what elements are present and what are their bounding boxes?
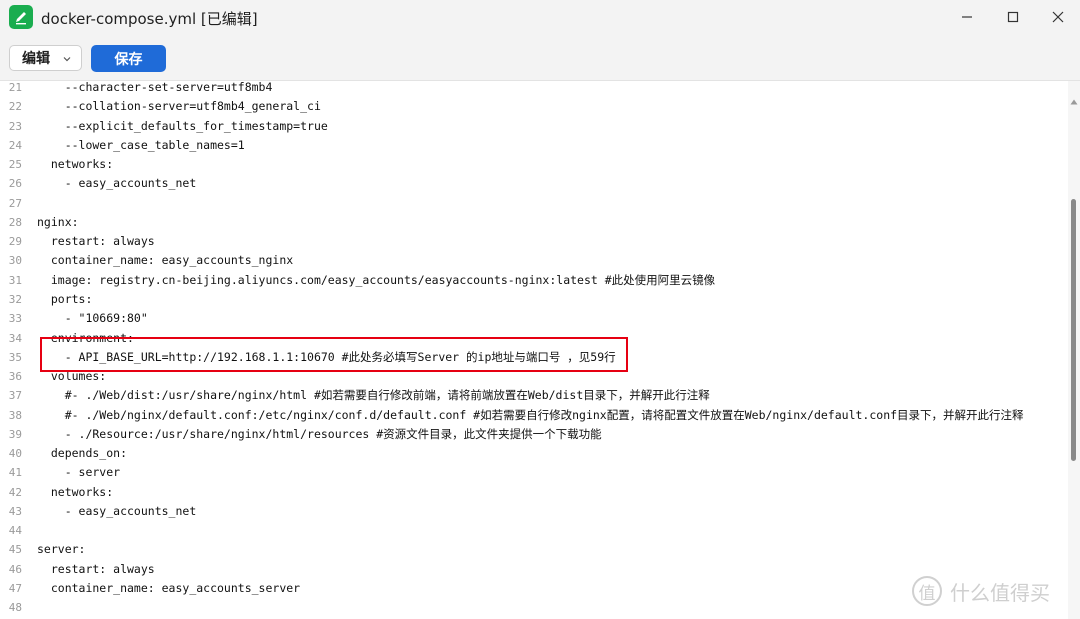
code-text[interactable]: depends_on: [37, 444, 127, 463]
save-button[interactable]: 保存 [91, 45, 166, 72]
vertical-scrollbar[interactable] [1068, 81, 1080, 619]
line-number: 21 [8, 81, 22, 94]
code-text[interactable]: restart: always [37, 232, 155, 251]
code-text[interactable]: - easy_accounts_net [37, 174, 197, 193]
code-line[interactable]: 40 depends_on: [0, 444, 1068, 463]
code-line[interactable]: 38 #- ./Web/nginx/default.conf:/etc/ngin… [0, 406, 1068, 425]
code-text[interactable]: ports: [37, 290, 93, 309]
line-number: 23 [8, 119, 22, 133]
code-line[interactable]: 33 - "10669:80" [0, 309, 1068, 328]
code-text[interactable]: container_name: easy_accounts_server [37, 579, 300, 598]
toolbar: 编辑 保存 [0, 36, 1080, 81]
minimize-button[interactable] [947, 3, 987, 31]
maximize-icon [1007, 11, 1019, 23]
close-icon [1052, 11, 1064, 23]
code-text[interactable]: --character-set-server=utf8mb4 [37, 81, 273, 97]
line-number: 34 [8, 331, 22, 345]
line-number: 39 [8, 427, 22, 441]
code-line[interactable]: 47 container_name: easy_accounts_server [0, 579, 1068, 598]
line-number: 35 [8, 350, 22, 364]
code-text[interactable]: - "10669:80" [37, 309, 148, 328]
code-line[interactable]: 48 [0, 598, 1068, 617]
code-line[interactable]: 43 - easy_accounts_net [0, 502, 1068, 521]
window-title: docker-compose.yml [已编辑] [41, 10, 258, 28]
scrollbar-thumb[interactable] [1071, 199, 1076, 461]
code-text[interactable]: server: [37, 540, 85, 559]
code-text[interactable]: --lower_case_table_names=1 [37, 136, 245, 155]
text-editor-app-icon [9, 5, 33, 29]
close-button[interactable] [1038, 3, 1078, 31]
code-line[interactable]: 46 restart: always [0, 560, 1068, 579]
watermark: 值 什么值得买 [912, 576, 1050, 606]
line-number: 45 [8, 543, 22, 557]
code-text[interactable]: restart: always [37, 560, 155, 579]
line-number: 32 [8, 292, 22, 306]
code-text[interactable]: - ./Resource:/usr/share/nginx/html/resou… [37, 425, 602, 444]
code-line[interactable]: 41 - server [0, 463, 1068, 482]
line-number: 24 [8, 138, 22, 152]
code-text[interactable]: container_name: easy_accounts_nginx [37, 251, 293, 270]
title-bar: docker-compose.yml [已编辑] [0, 0, 1080, 36]
line-number: 48 [8, 601, 22, 615]
code-line[interactable]: 30 container_name: easy_accounts_nginx [0, 251, 1068, 270]
line-number: 33 [8, 312, 22, 326]
line-number: 36 [8, 370, 22, 384]
code-text[interactable]: nginx: [37, 213, 79, 232]
code-line[interactable]: 22 --collation-server=utf8mb4_general_ci [0, 97, 1068, 116]
line-number: 38 [8, 408, 22, 422]
code-text[interactable]: --explicit_defaults_for_timestamp=true [37, 117, 328, 136]
line-number: 41 [8, 466, 22, 480]
code-line[interactable]: 23 --explicit_defaults_for_timestamp=tru… [0, 117, 1068, 136]
code-line[interactable]: 37 #- ./Web/dist:/usr/share/nginx/html #… [0, 386, 1068, 405]
line-number: 29 [8, 235, 22, 249]
code-line[interactable]: 32 ports: [0, 290, 1068, 309]
watermark-logo-icon: 值 [912, 576, 942, 606]
line-number: 44 [8, 524, 22, 538]
code-line[interactable]: 29 restart: always [0, 232, 1068, 251]
line-number: 46 [8, 562, 22, 576]
code-line[interactable]: 44 [0, 521, 1068, 540]
line-number: 25 [8, 158, 22, 172]
line-number: 37 [8, 389, 22, 403]
code-line[interactable]: 45 server: [0, 540, 1068, 559]
code-text[interactable]: - server [37, 463, 120, 482]
watermark-text: 什么值得买 [950, 580, 1050, 605]
chevron-down-icon [62, 52, 72, 68]
code-line[interactable]: 28 nginx: [0, 213, 1068, 232]
line-number: 28 [8, 215, 22, 229]
code-line[interactable]: 42 networks: [0, 483, 1068, 502]
line-number: 42 [8, 485, 22, 499]
code-text[interactable]: networks: [37, 483, 113, 502]
code-line[interactable]: 39 - ./Resource:/usr/share/nginx/html/re… [0, 425, 1068, 444]
line-number: 31 [8, 273, 22, 287]
code-text[interactable]: networks: [37, 155, 113, 174]
maximize-button[interactable] [993, 3, 1033, 31]
line-number: 47 [8, 582, 22, 596]
code-text[interactable]: #- ./Web/dist:/usr/share/nginx/html #如若需… [37, 386, 710, 405]
code-line[interactable]: 26 - easy_accounts_net [0, 174, 1068, 193]
code-line[interactable]: 24 --lower_case_table_names=1 [0, 136, 1068, 155]
highlight-annotation-box [40, 337, 628, 372]
line-number: 30 [8, 254, 22, 268]
line-number: 43 [8, 504, 22, 518]
line-number: 22 [8, 100, 22, 114]
scroll-up-arrow-icon[interactable] [1070, 90, 1078, 109]
line-number: 40 [8, 447, 22, 461]
edit-mode-dropdown[interactable]: 编辑 [9, 45, 82, 71]
code-line[interactable]: 31 image: registry.cn-beijing.aliyuncs.c… [0, 271, 1068, 290]
edit-mode-label: 编辑 [22, 51, 50, 67]
line-number: 26 [8, 177, 22, 191]
code-line[interactable]: 21 --character-set-server=utf8mb4 [0, 81, 1068, 97]
line-number: 27 [8, 196, 22, 210]
minimize-icon [962, 16, 972, 18]
code-text[interactable]: - easy_accounts_net [37, 502, 197, 521]
code-line[interactable]: 25 networks: [0, 155, 1068, 174]
code-text[interactable]: --collation-server=utf8mb4_general_ci [37, 97, 321, 116]
code-line[interactable]: 27 [0, 194, 1068, 213]
code-text[interactable]: image: registry.cn-beijing.aliyuncs.com/… [37, 271, 715, 290]
code-text[interactable]: #- ./Web/nginx/default.conf:/etc/nginx/c… [37, 406, 1024, 425]
